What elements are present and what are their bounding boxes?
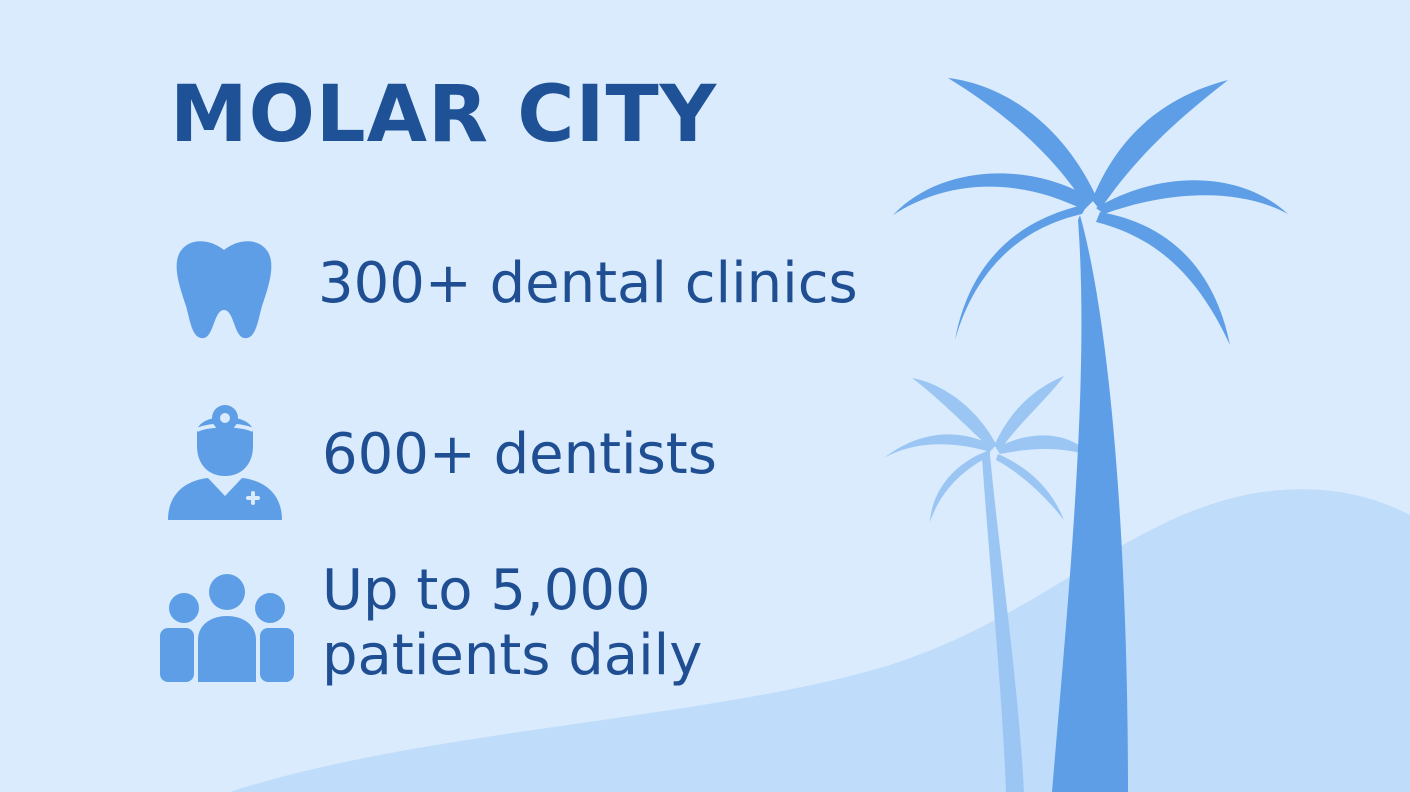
- stat-clinics-line-1: 300+ dental clinics: [318, 251, 858, 316]
- stat-dentists: 600+ dentists: [322, 422, 717, 488]
- stat-patients: Up to 5,000 patients daily: [322, 558, 703, 689]
- stat-patients-line-1: Up to 5,000: [322, 558, 651, 623]
- stat-clinics: 300+ dental clinics: [318, 251, 858, 317]
- stat-dentists-line-1: 600+ dentists: [322, 422, 717, 487]
- dentist-icon: [168, 405, 282, 520]
- page-title: MOLAR CITY: [170, 70, 718, 160]
- stat-patients-line-2: patients daily: [322, 622, 703, 688]
- people-group-icon: [160, 574, 294, 682]
- tooth-icon: [176, 241, 272, 339]
